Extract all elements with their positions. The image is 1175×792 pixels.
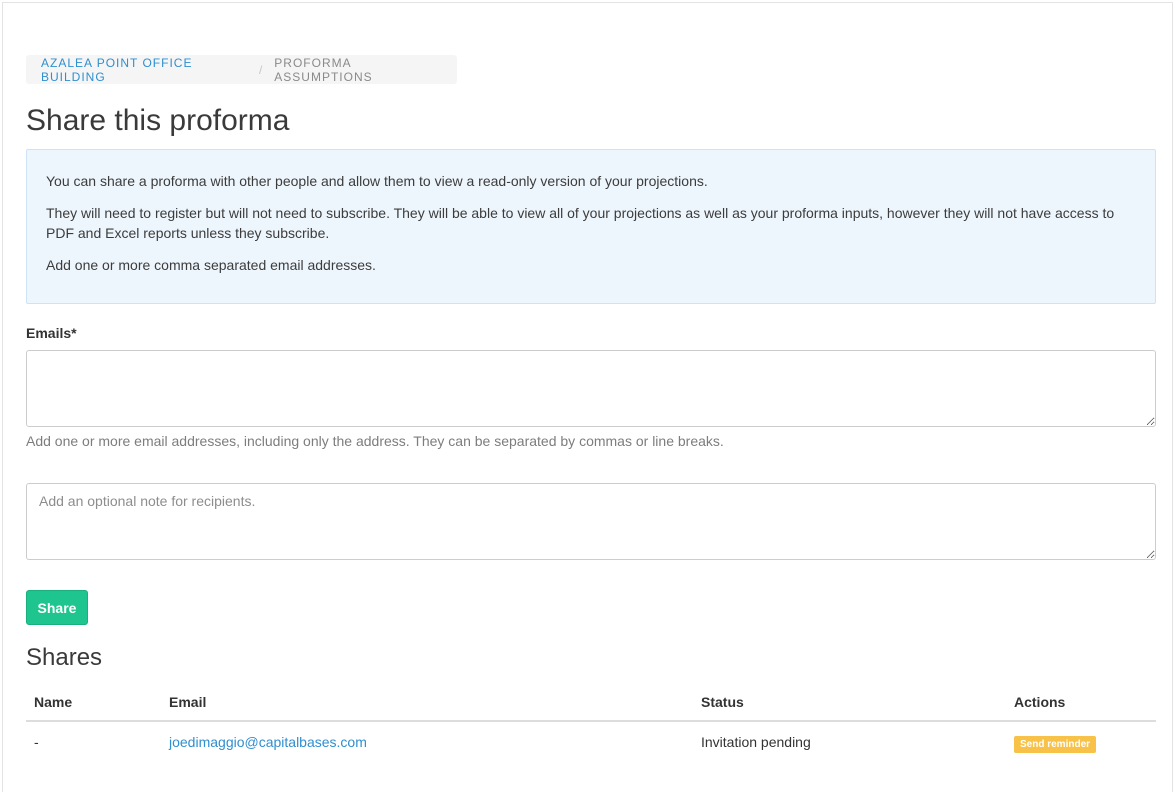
page-frame: Azalea Point Office Building / Proforma … — [2, 2, 1173, 792]
page-title: Share this proforma — [26, 104, 290, 137]
shares-table: Name Email Status Actions - joedimaggio@… — [26, 683, 1156, 761]
share-email-link[interactable]: joedimaggio@capitalbases.com — [169, 734, 367, 750]
breadcrumb-separator: / — [258, 62, 264, 77]
column-header-email: Email — [161, 683, 693, 722]
share-name-cell: - — [34, 733, 39, 750]
table-header-row: Name Email Status Actions — [26, 683, 1156, 722]
info-text-2: They will need to register but will not … — [46, 205, 1115, 241]
column-header-status: Status — [693, 683, 1006, 722]
info-text-1: You can share a proforma with other peop… — [46, 173, 708, 189]
share-status-cell: Invitation pending — [701, 733, 811, 750]
breadcrumb-item-current: Proforma Assumptions — [274, 55, 373, 84]
emails-help-text: Add one or more email addresses, includi… — [26, 433, 724, 449]
emails-label: Emails* — [26, 325, 77, 341]
column-header-name: Name — [26, 683, 161, 722]
breadcrumb-item-building[interactable]: Azalea Point Office Building — [41, 56, 248, 84]
share-email-cell: joedimaggio@capitalbases.com — [161, 721, 693, 761]
table-row: - joedimaggio@capitalbases.com Invitatio… — [26, 721, 1156, 761]
note-textarea[interactable] — [26, 483, 1156, 560]
share-button[interactable]: Share — [26, 590, 88, 625]
info-text-3: Add one or more comma separated email ad… — [46, 257, 376, 273]
info-alert: You can share a proforma with other peop… — [26, 149, 1156, 304]
send-reminder-button[interactable]: Send reminder — [1014, 736, 1097, 753]
column-header-actions: Actions — [1006, 683, 1156, 722]
shares-heading: Shares — [26, 644, 103, 671]
share-actions-cell: Send reminder — [1006, 721, 1156, 761]
breadcrumb: Azalea Point Office Building / Proforma … — [26, 55, 457, 84]
emails-textarea[interactable] — [26, 350, 1156, 427]
